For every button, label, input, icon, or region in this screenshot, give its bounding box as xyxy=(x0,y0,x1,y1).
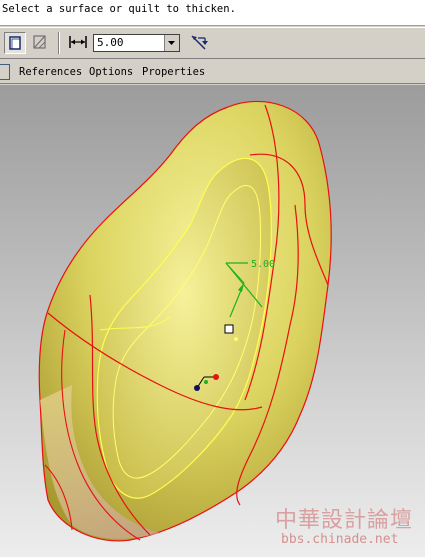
graphics-window[interactable]: 5.00 中華設計論壇 bbs.chinade.net xyxy=(0,85,425,557)
thickness-dimension-icon xyxy=(69,36,87,48)
tab-references[interactable]: References xyxy=(19,65,82,79)
thickness-value: 5.00 xyxy=(97,36,124,49)
remove-material-icon xyxy=(33,35,46,49)
surface-thicken-icon xyxy=(9,36,21,50)
flip-direction-icon xyxy=(191,35,208,50)
model-view: 5.00 xyxy=(38,100,332,542)
chevron-down-icon xyxy=(168,41,175,45)
flip-direction-button[interactable] xyxy=(189,32,211,54)
watermark-title: 中華設計論壇 xyxy=(275,508,414,533)
thickness-dropdown-button[interactable] xyxy=(164,35,179,51)
message-bar: Select a surface or quilt to thicken. xyxy=(0,0,425,26)
drag-handle[interactable] xyxy=(224,324,234,334)
dimension-label[interactable]: 5.00 xyxy=(251,259,275,270)
panel-edge xyxy=(0,64,10,80)
thickness-dimension-label xyxy=(67,32,89,54)
dashboard-tabs: References Options Properties xyxy=(0,60,425,84)
tab-properties[interactable]: Properties xyxy=(142,65,205,79)
toolbar-separator xyxy=(58,32,60,54)
dashboard-toolbar: 5.00 xyxy=(0,27,425,59)
remove-material-button[interactable] xyxy=(30,32,52,54)
thickness-value-combo[interactable]: 5.00 xyxy=(93,34,180,52)
watermark-url: bbs.chinade.net xyxy=(281,532,399,547)
tab-options[interactable]: Options xyxy=(89,65,133,79)
message-text: Select a surface or quilt to thicken. xyxy=(2,3,236,15)
surface-thicken-button[interactable] xyxy=(4,32,26,54)
